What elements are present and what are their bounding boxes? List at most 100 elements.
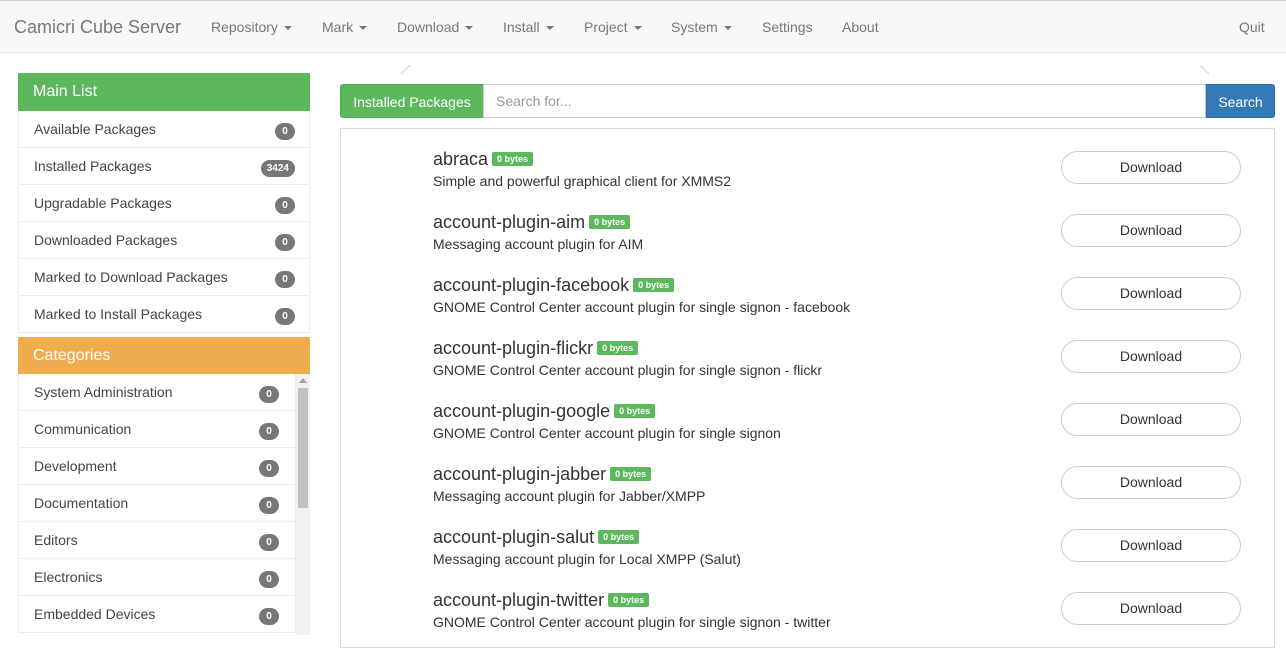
menu-label: Install <box>503 19 540 35</box>
menu-label: Mark <box>322 19 354 35</box>
count-badge: 0 <box>259 423 279 440</box>
package-description: Messaging account plugin for AIM <box>433 236 644 252</box>
count-badge: 0 <box>275 234 295 251</box>
count-badge: 0 <box>259 534 279 551</box>
main-item-marked-install[interactable]: Marked to Install Packages 0 <box>18 296 310 333</box>
package-item: account-plugin-jabber 0 bytes Messaging a… <box>433 464 1263 527</box>
caret-down-icon <box>465 26 474 31</box>
menu-label: About <box>842 19 879 35</box>
size-badge: 0 bytes <box>598 530 640 544</box>
package-title: abraca 0 bytes <box>433 149 534 170</box>
download-button[interactable]: Download <box>1061 466 1241 499</box>
download-button[interactable]: Download <box>1061 151 1241 184</box>
package-item: account-plugin-twitter 0 bytes GNOME Cont… <box>433 590 1263 653</box>
size-badge: 0 bytes <box>614 404 656 418</box>
download-button[interactable]: Download <box>1061 214 1241 247</box>
categories-scrollbar[interactable] <box>296 374 310 635</box>
package-title: account-plugin-flickr 0 bytes <box>433 338 639 359</box>
category-embedded-devices[interactable]: Embedded Devices 0 <box>18 596 296 633</box>
category-communication[interactable]: Communication 0 <box>18 411 296 448</box>
count-badge: 0 <box>275 123 295 140</box>
package-title: account-plugin-aim 0 bytes <box>433 212 631 233</box>
item-label: System Administration <box>34 384 173 400</box>
item-label: Installed Packages <box>34 158 152 174</box>
count-badge: 0 <box>275 197 295 214</box>
main-item-installed[interactable]: Installed Packages 3424 <box>18 148 310 185</box>
category-electronics[interactable]: Electronics 0 <box>18 559 296 596</box>
item-label: Embedded Devices <box>34 606 156 622</box>
menu-repository[interactable]: Repository <box>211 19 292 35</box>
chevron-left-icon <box>400 64 411 75</box>
menu-download[interactable]: Download <box>397 19 474 35</box>
package-description: Messaging account plugin for Local XMPP … <box>433 551 741 567</box>
download-button[interactable]: Download <box>1061 340 1241 373</box>
package-title: account-plugin-twitter 0 bytes <box>433 590 650 611</box>
count-badge: 0 <box>259 460 279 477</box>
item-label: Upgradable Packages <box>34 195 172 211</box>
package-item: account-plugin-flickr 0 bytes GNOME Contr… <box>433 338 1263 401</box>
size-badge: 0 bytes <box>589 215 631 229</box>
menu-mark[interactable]: Mark <box>322 19 368 35</box>
item-label: Available Packages <box>34 121 156 137</box>
size-badge: 0 bytes <box>597 341 639 355</box>
download-button[interactable]: Download <box>1061 592 1241 625</box>
count-badge: 0 <box>259 497 279 514</box>
app-brand[interactable]: Camicri Cube Server <box>14 17 181 38</box>
package-description: GNOME Control Center account plugin for … <box>433 299 851 315</box>
menu-label: Download <box>397 19 460 35</box>
category-editors[interactable]: Editors 0 <box>18 522 296 559</box>
package-item: account-plugin-google 0 bytes GNOME Contr… <box>433 401 1263 464</box>
search-button[interactable]: Search <box>1206 84 1275 118</box>
package-name[interactable]: account-plugin-flickr <box>433 338 593 358</box>
search-input[interactable] <box>483 84 1206 118</box>
main-item-downloaded[interactable]: Downloaded Packages 0 <box>18 222 310 259</box>
package-description: GNOME Control Center account plugin for … <box>433 362 823 378</box>
package-name[interactable]: account-plugin-twitter <box>433 590 604 610</box>
package-item: abraca 0 bytes Simple and powerful graphi… <box>433 149 1263 212</box>
categories-header: Categories <box>18 337 310 375</box>
category-system-administration[interactable]: System Administration 0 <box>18 374 296 411</box>
download-button[interactable]: Download <box>1061 529 1241 562</box>
chevron-right-icon <box>1199 64 1210 75</box>
menu-label: Project <box>584 19 628 35</box>
package-name[interactable]: account-plugin-facebook <box>433 275 629 295</box>
download-button[interactable]: Download <box>1061 403 1241 436</box>
main-item-upgradable[interactable]: Upgradable Packages 0 <box>18 185 310 222</box>
item-label: Downloaded Packages <box>34 232 178 248</box>
download-button[interactable]: Download <box>1061 277 1241 310</box>
package-title: account-plugin-google 0 bytes <box>433 401 656 422</box>
quit-link[interactable]: Quit <box>1239 19 1265 35</box>
package-name[interactable]: account-plugin-jabber <box>433 464 606 484</box>
size-badge: 0 bytes <box>610 467 652 481</box>
menu-label: System <box>671 19 718 35</box>
menu-project[interactable]: Project <box>584 19 642 35</box>
menu-system[interactable]: System <box>671 19 732 35</box>
package-name[interactable]: account-plugin-salut <box>433 527 594 547</box>
package-item: account-plugin-salut 0 bytes Messaging ac… <box>433 527 1263 590</box>
menu-install[interactable]: Install <box>503 19 554 35</box>
category-development[interactable]: Development 0 <box>18 448 296 485</box>
item-label: Editors <box>34 532 78 548</box>
caret-down-icon <box>283 26 292 31</box>
menu-settings[interactable]: Settings <box>762 19 813 35</box>
main-item-marked-download[interactable]: Marked to Download Packages 0 <box>18 259 310 296</box>
menu-about[interactable]: About <box>842 19 879 35</box>
package-list-panel: abraca 0 bytes Simple and powerful graphi… <box>340 128 1275 648</box>
scroll-thumb[interactable] <box>298 388 308 508</box>
main-item-available[interactable]: Available Packages 0 <box>18 111 310 148</box>
item-label: Marked to Download Packages <box>34 269 228 285</box>
category-documentation[interactable]: Documentation 0 <box>18 485 296 522</box>
package-item: account-plugin-facebook 0 bytes GNOME Con… <box>433 275 1263 338</box>
package-name[interactable]: account-plugin-google <box>433 401 610 421</box>
package-description: Simple and powerful graphical client for… <box>433 173 732 189</box>
size-badge: 0 bytes <box>608 593 650 607</box>
package-title: account-plugin-salut 0 bytes <box>433 527 640 548</box>
package-description: Messaging account plugin for Jabber/XMPP <box>433 488 706 504</box>
item-label: Communication <box>34 421 132 437</box>
installed-packages-scope-button[interactable]: Installed Packages <box>340 84 484 118</box>
count-badge: 0 <box>275 308 295 325</box>
package-name[interactable]: account-plugin-aim <box>433 212 585 232</box>
package-name[interactable]: abraca <box>433 149 488 169</box>
size-badge: 0 bytes <box>633 278 675 292</box>
scroll-up-arrow-icon[interactable] <box>299 378 307 383</box>
